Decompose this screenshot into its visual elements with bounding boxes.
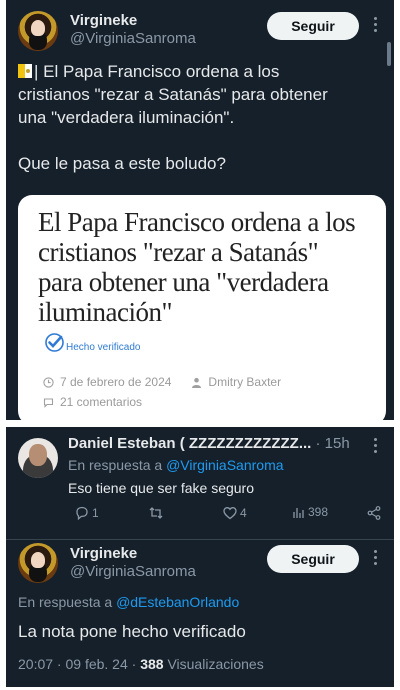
avatar[interactable]	[18, 11, 58, 51]
heart-icon	[223, 507, 237, 520]
in-reply-handle[interactable]: @VirginiaSanroma	[166, 457, 283, 473]
in-reply-prefix: En respuesta a	[18, 594, 113, 610]
article-meta: 7 de febrero de 2024 Dmitry Baxter	[43, 375, 281, 389]
follow-button[interactable]: Seguir	[267, 12, 359, 40]
original-post: Virgineke @VirginiaSanroma Seguir | El P…	[6, 0, 394, 420]
author-name[interactable]: Daniel Esteban ( ZZZZZZZZZZZZ... · 15h	[68, 435, 350, 452]
headline-line: iluminación"	[38, 297, 173, 327]
reply-text: La nota pone hecho verificado	[18, 622, 246, 641]
avatar[interactable]	[18, 543, 58, 583]
comments-count: 21 comentarios	[60, 395, 143, 409]
post-text-line: una "verdadera iluminación".	[18, 108, 235, 127]
post-text-line: Que le pasa a este boludo?	[18, 154, 226, 173]
reply-count: 1	[92, 506, 99, 520]
article-author: Dmitry Baxter	[208, 375, 282, 389]
article-comments: 21 comentarios	[43, 395, 142, 409]
author-name[interactable]: Virgineke	[70, 12, 137, 29]
views-icon	[293, 508, 304, 518]
views-button[interactable]: 398	[292, 505, 328, 519]
author-handle[interactable]: @VirginiaSanroma	[70, 30, 196, 47]
in-reply-prefix: En respuesta a	[68, 457, 163, 473]
author-handle[interactable]: @VirginiaSanroma	[70, 563, 196, 580]
article-headline: El Papa Francisco ordena a los cristiano…	[38, 207, 373, 327]
reply-time[interactable]: 15h	[325, 435, 350, 452]
follow-button[interactable]: Seguir	[267, 545, 359, 573]
views-count: 398	[308, 505, 329, 519]
more-options-icon[interactable]	[365, 549, 385, 569]
share-button[interactable]	[366, 505, 382, 521]
separator-dot: ·	[315, 435, 321, 452]
check-icon	[45, 333, 64, 352]
in-reply-to: En respuesta a @dEstebanOrlando	[18, 594, 239, 610]
views-label: Visualizaciones	[167, 656, 264, 672]
divider	[6, 539, 394, 540]
more-options-icon[interactable]	[365, 437, 385, 457]
views-count: 388	[140, 656, 164, 672]
post-text-line: | El Papa Francisco ordena a los	[34, 62, 280, 81]
author-name[interactable]: Virgineke	[70, 545, 137, 562]
avatar[interactable]	[18, 438, 58, 478]
share-icon	[367, 506, 381, 520]
reply-button[interactable]: 1	[74, 505, 99, 521]
reply-icon	[76, 506, 88, 521]
more-options-icon[interactable]	[365, 16, 385, 36]
post-text: | El Papa Francisco ordena a los cristia…	[18, 60, 383, 175]
article-screenshot[interactable]: El Papa Francisco ordena a los cristiano…	[18, 195, 386, 420]
article-date: 7 de febrero de 2024	[60, 375, 172, 389]
timestamp[interactable]: 20:07 · 09 feb. 24 ·	[18, 656, 136, 672]
in-reply-to: En respuesta a @VirginiaSanroma	[68, 457, 284, 473]
headline-line: El Papa Francisco ordena a los	[38, 207, 356, 237]
like-count: 4	[240, 506, 247, 520]
post-text-line: cristianos "rezar a Satanás" para obtene…	[18, 85, 328, 104]
reply-author-name[interactable]: Daniel Esteban ( ZZZZZZZZZZZZ...	[68, 435, 311, 452]
retweet-button[interactable]	[148, 505, 164, 521]
verified-badge: Hecho verificado	[45, 333, 141, 353]
headline-line: cristianos "rezar a Satanás"	[38, 237, 319, 267]
replies-panel: Daniel Esteban ( ZZZZZZZZZZZZ... · 15h E…	[6, 427, 394, 687]
comment-icon	[43, 397, 54, 408]
verified-label: Hecho verificado	[66, 342, 141, 353]
action-bar: 1 4 398	[74, 505, 384, 525]
like-button[interactable]: 4	[222, 505, 247, 521]
vatican-flag-icon	[18, 64, 32, 78]
scrollbar[interactable]	[387, 42, 391, 66]
reply-text: Eso tiene que ser fake seguro	[68, 480, 255, 496]
user-icon	[191, 377, 202, 388]
headline-line: para obtener una "verdadera	[38, 267, 329, 297]
post-stats: 20:07 · 09 feb. 24 · 388 Visualizaciones	[18, 656, 264, 672]
in-reply-handle[interactable]: @dEstebanOrlando	[116, 594, 239, 610]
clock-icon	[43, 376, 54, 388]
retweet-icon	[149, 507, 163, 519]
